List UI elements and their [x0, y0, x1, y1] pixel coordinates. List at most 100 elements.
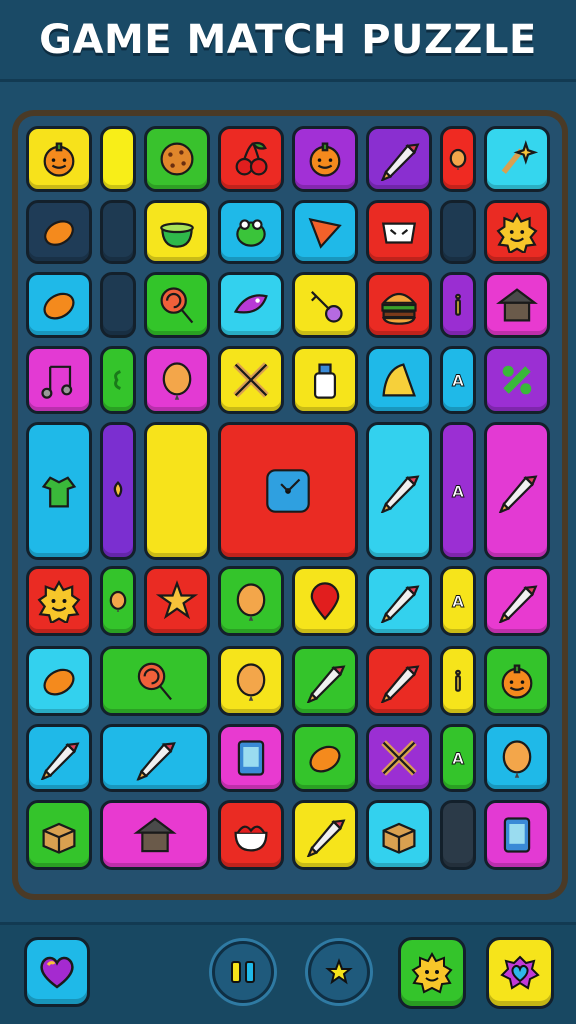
game-tile[interactable]: [366, 346, 432, 414]
game-tile[interactable]: [100, 566, 136, 636]
game-tile[interactable]: [218, 566, 284, 636]
lime-icon: [43, 292, 75, 320]
game-tile[interactable]: A: [440, 724, 476, 792]
game-tile[interactable]: [484, 346, 550, 414]
frog-icon: [236, 219, 266, 247]
game-tile[interactable]: [366, 126, 432, 192]
game-tile[interactable]: [366, 566, 432, 636]
burger-icon: [381, 292, 417, 325]
pause-icon: [231, 961, 255, 983]
gem-button[interactable]: [486, 937, 554, 1009]
mango-icon: [44, 220, 74, 246]
eraser-icon: [498, 585, 538, 623]
sun-button[interactable]: [398, 937, 466, 1009]
rocket-icon: [380, 143, 420, 181]
balloon-icon: [162, 362, 192, 400]
game-tile[interactable]: [218, 272, 284, 338]
game-tile[interactable]: [484, 272, 550, 338]
game-tile[interactable]: [218, 346, 284, 414]
svg-text:A: A: [452, 750, 464, 768]
game-tile[interactable]: [144, 200, 210, 264]
svg-text:A: A: [452, 593, 464, 611]
game-tile[interactable]: [292, 346, 358, 414]
game-tile[interactable]: [292, 126, 358, 192]
game-tile[interactable]: [144, 126, 210, 192]
game-tile[interactable]: [100, 346, 136, 414]
game-tile[interactable]: [26, 800, 92, 870]
game-tile[interactable]: [218, 200, 284, 264]
game-tile[interactable]: [26, 724, 92, 792]
key-icon: [311, 291, 343, 323]
game-tile[interactable]: [100, 422, 136, 560]
game-tile[interactable]: [218, 800, 284, 870]
game-tile[interactable]: [440, 126, 476, 192]
game-tile[interactable]: [144, 566, 210, 636]
game-tile[interactable]: [484, 200, 550, 264]
game-tile[interactable]: [144, 346, 210, 414]
empty-board-slot: [440, 200, 476, 264]
game-tile[interactable]: [484, 800, 550, 870]
game-tile[interactable]: A: [440, 566, 476, 636]
game-tile[interactable]: A: [440, 346, 476, 414]
game-tile[interactable]: [26, 200, 92, 264]
game-tile[interactable]: [440, 272, 476, 338]
game-tile[interactable]: [144, 272, 210, 338]
heart-button[interactable]: [24, 937, 90, 1007]
pencil-icon: [380, 665, 420, 703]
svg-text:A: A: [452, 483, 464, 501]
game-tile[interactable]: [100, 800, 210, 870]
game-tile[interactable]: [292, 272, 358, 338]
game-tile[interactable]: [26, 646, 92, 716]
game-tile[interactable]: [26, 272, 92, 338]
wand-icon: [136, 742, 176, 781]
game-tile[interactable]: [100, 724, 210, 792]
game-tile[interactable]: [26, 126, 92, 192]
game-tile[interactable]: [366, 200, 432, 264]
game-tile[interactable]: [218, 422, 358, 560]
number-icon: A: [452, 483, 465, 502]
star-icon: [155, 580, 199, 620]
game-tile[interactable]: [366, 724, 432, 792]
game-tile[interactable]: [218, 126, 284, 192]
game-tile[interactable]: [366, 272, 432, 338]
game-tile[interactable]: [218, 646, 284, 716]
game-tile[interactable]: [26, 346, 92, 414]
number-icon: A: [452, 593, 465, 612]
brush-icon: [40, 742, 80, 780]
pencil-icon: [380, 475, 420, 513]
game-tile[interactable]: [366, 800, 432, 870]
game-tile[interactable]: [292, 646, 358, 716]
game-tile[interactable]: [292, 200, 358, 264]
game-tile[interactable]: [484, 566, 550, 636]
game-tile: [440, 800, 476, 870]
game-tile[interactable]: [26, 566, 92, 636]
shop-icon: [133, 817, 177, 853]
game-tile[interactable]: [366, 422, 432, 560]
game-tile[interactable]: [484, 646, 550, 716]
game-tile[interactable]: [484, 724, 550, 792]
cherries-icon: [235, 141, 268, 176]
game-tile[interactable]: [26, 422, 92, 560]
game-tile[interactable]: [440, 646, 476, 716]
triangle-flag-icon: [308, 217, 342, 249]
game-tile[interactable]: [484, 422, 550, 560]
game-tile[interactable]: [218, 724, 284, 792]
heart-icon: [40, 956, 74, 989]
game-tile[interactable]: [366, 646, 432, 716]
game-tile[interactable]: [292, 724, 358, 792]
game-tile[interactable]: [100, 646, 210, 716]
game-tile[interactable]: A: [440, 422, 476, 560]
game-tile[interactable]: [292, 566, 358, 636]
pause-button[interactable]: [212, 941, 274, 1003]
bottle-icon: [313, 363, 337, 399]
star-button[interactable]: [308, 941, 370, 1003]
music-note-icon: [41, 365, 73, 399]
game-tile[interactable]: [484, 126, 550, 192]
apple-icon: [501, 664, 533, 699]
crate-icon: [382, 822, 416, 854]
gem-heart-icon: [500, 955, 540, 990]
bottom-toolbar: [0, 922, 576, 1024]
game-tile[interactable]: [292, 800, 358, 870]
orange-icon: [309, 142, 341, 177]
house-icon: [496, 288, 538, 322]
